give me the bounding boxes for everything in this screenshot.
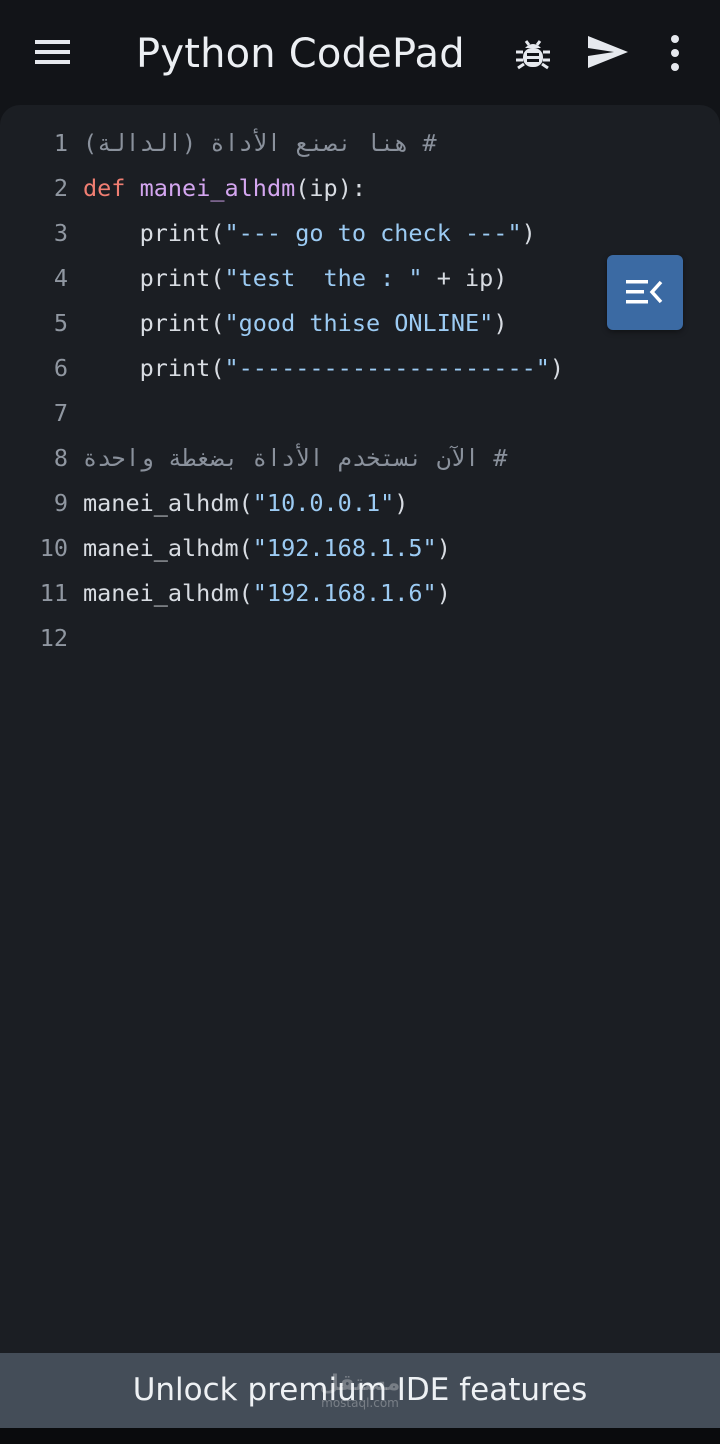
premium-banner[interactable]: Unlock premium IDE features (0, 1353, 720, 1428)
app-title: Python CodePad (136, 31, 465, 77)
line-number: 5 (53, 309, 68, 337)
code-line[interactable]: 10 manei_alhdm("192.168.1.5") (0, 526, 720, 571)
code-line[interactable]: 7 (0, 391, 720, 436)
menu-button[interactable] (28, 30, 76, 74)
code-token: manei_alhdm( (83, 534, 253, 562)
code-token: ) (436, 534, 451, 562)
code-lines: 1 # هنا نصنع الأداة (الدالة) 2 def manei_al… (0, 121, 720, 661)
line-number: 7 (53, 399, 68, 427)
line-number: 4 (53, 264, 68, 292)
code-line[interactable]: 8 # الآن نستخدم الأداة بضغطة واحدة (0, 436, 720, 481)
code-line[interactable]: 6 print("---------------------") (0, 346, 720, 391)
line-number: 11 (39, 579, 68, 607)
more-vertical-icon (671, 35, 679, 71)
code-token: "10.0.0.1" (252, 489, 395, 517)
line-text: # الآن نستخدم الأداة بضغطة واحدة (83, 436, 507, 481)
code-line[interactable]: 1 # هنا نصنع الأداة (الدالة) (0, 121, 720, 166)
bug-icon (516, 40, 550, 70)
line-text: print("--- go to check ---") (83, 211, 536, 256)
code-token: print( (83, 354, 225, 382)
code-token: "192.168.1.5" (252, 534, 437, 562)
code-token: + ip) (422, 264, 508, 292)
code-token: ) (549, 354, 565, 382)
line-number: 10 (39, 534, 68, 562)
premium-banner-text: Unlock premium IDE features (132, 1372, 588, 1408)
code-line[interactable]: 12 (0, 616, 720, 661)
code-token: (ip): (295, 174, 366, 202)
line-number: 6 (53, 354, 68, 382)
line-number: 2 (53, 174, 68, 202)
line-text: manei_alhdm("192.168.1.6") (83, 571, 451, 616)
code-token: # الآن نستخدم الأداة بضغطة واحدة (83, 444, 508, 472)
line-number: 9 (53, 489, 68, 517)
code-token: "good thise ONLINE" (224, 309, 494, 337)
menu-icon (35, 40, 70, 64)
code-line[interactable]: 9 manei_alhdm("10.0.0.1") (0, 481, 720, 526)
code-token: # هنا نصنع الأداة (الدالة) (83, 129, 437, 157)
code-token: ) (493, 309, 508, 337)
code-token: "192.168.1.6" (252, 579, 437, 607)
code-token: ) (436, 579, 451, 607)
line-text: print("test the : " + ip) (83, 256, 508, 301)
line-text: # هنا نصنع الأداة (الدالة) (83, 121, 437, 166)
code-token: print( (83, 264, 225, 292)
code-token: manei_alhdm (139, 174, 296, 202)
code-line[interactable]: 2 def manei_alhdm(ip): (0, 166, 720, 211)
debug-button[interactable] (512, 32, 554, 74)
code-token: "--- go to check ---" (224, 219, 522, 247)
top-app-bar: Python CodePad (0, 0, 720, 105)
line-text: manei_alhdm("192.168.1.5") (83, 526, 451, 571)
code-token: def (83, 174, 126, 202)
code-token: print( (83, 309, 225, 337)
line-number: 8 (53, 444, 68, 472)
send-icon (588, 36, 628, 68)
code-token: ) (521, 219, 536, 247)
collapse-panel-icon (626, 280, 663, 304)
run-button[interactable] (584, 30, 632, 74)
code-token: manei_alhdm( (83, 489, 253, 517)
line-number: 12 (39, 624, 68, 652)
app-root: Python CodePad 1 # هنا نصنع الأداة (الدا… (0, 0, 720, 1444)
code-line[interactable]: 3 print("--- go to check ---") (0, 211, 720, 256)
code-token: print( (83, 219, 225, 247)
code-token: "---------------------" (224, 354, 550, 382)
navigation-bar-strip (0, 1428, 720, 1444)
line-number: 1 (53, 129, 68, 157)
code-token: ) (394, 489, 409, 517)
code-token: manei_alhdm( (83, 579, 253, 607)
more-options-button[interactable] (660, 32, 690, 74)
line-text: def manei_alhdm(ip): (83, 166, 366, 211)
code-line[interactable]: 11 manei_alhdm("192.168.1.6") (0, 571, 720, 616)
line-text: print("---------------------") (83, 346, 564, 391)
collapse-panel-button[interactable] (607, 255, 683, 330)
line-number: 3 (53, 219, 68, 247)
line-text: print("good thise ONLINE") (83, 301, 508, 346)
code-token: "test the : " (224, 264, 423, 292)
line-text: manei_alhdm("10.0.0.1") (83, 481, 408, 526)
